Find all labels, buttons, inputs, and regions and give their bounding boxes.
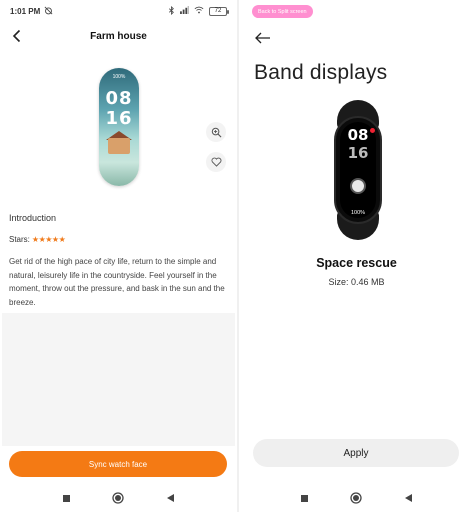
alarm-off-icon <box>44 6 53 17</box>
introduction-heading: Introduction <box>9 213 57 223</box>
sync-watch-face-button[interactable]: Sync watch face <box>9 451 227 477</box>
signal-icon <box>180 6 189 16</box>
description-text: Get rid of the high pace of city life, r… <box>9 257 225 307</box>
navigation-bar <box>0 484 237 512</box>
nav-circle-icon[interactable] <box>349 491 363 505</box>
nav-triangle-icon[interactable] <box>401 491 415 505</box>
band-preview: 08 16 100% <box>334 100 382 240</box>
page-title: Band displays <box>254 61 388 84</box>
watch-face-battery: 100% <box>112 74 126 80</box>
face-name: Space rescue <box>316 256 397 270</box>
status-bar: 1:01 PM 72 <box>0 0 237 22</box>
status-time: 1:01 PM <box>10 6 41 16</box>
page-title: Farm house <box>90 30 147 42</box>
left-header: Farm house <box>0 24 237 48</box>
watch-face-preview: 100% 08 16 <box>99 68 139 186</box>
stars-row: Stars: ★★★★★ <box>9 235 66 244</box>
back-arrow-icon[interactable] <box>253 29 273 47</box>
bluetooth-icon <box>168 5 175 17</box>
battery-icon: 72 <box>209 6 229 16</box>
band-battery: 100% <box>350 210 366 216</box>
star-rating: ★★★★★ <box>31 235 66 244</box>
nav-circle-icon[interactable] <box>111 491 125 505</box>
zoom-in-icon[interactable] <box>206 122 226 142</box>
wifi-icon <box>194 6 204 16</box>
nav-square-icon[interactable] <box>298 491 312 505</box>
heart-icon[interactable] <box>206 152 226 172</box>
content-placeholder <box>2 313 235 446</box>
back-to-split-screen-button[interactable]: Back to Split screen <box>252 5 313 18</box>
navigation-bar <box>239 484 474 512</box>
apply-button[interactable]: Apply <box>253 439 459 467</box>
astronaut-graphic <box>350 178 366 194</box>
heart-rate-dot <box>370 128 375 133</box>
watch-face-minute: 16 <box>105 108 133 129</box>
stars-label: Stars: <box>9 235 30 244</box>
nav-square-icon[interactable] <box>59 491 73 505</box>
nav-triangle-icon[interactable] <box>164 491 178 505</box>
back-arrow-icon[interactable] <box>8 26 26 46</box>
status-icons: 72 <box>168 5 229 17</box>
watch-face-hour: 08 <box>105 88 133 109</box>
face-size: Size: 0.46 MB <box>328 277 385 287</box>
right-pane: Back to Split screen Band displays 08 16… <box>239 0 474 512</box>
band-minute: 16 <box>347 144 369 162</box>
left-pane: 1:01 PM 72 Farm house 100% 08 16 Introdu… <box>0 0 237 512</box>
house-graphic <box>108 138 130 154</box>
